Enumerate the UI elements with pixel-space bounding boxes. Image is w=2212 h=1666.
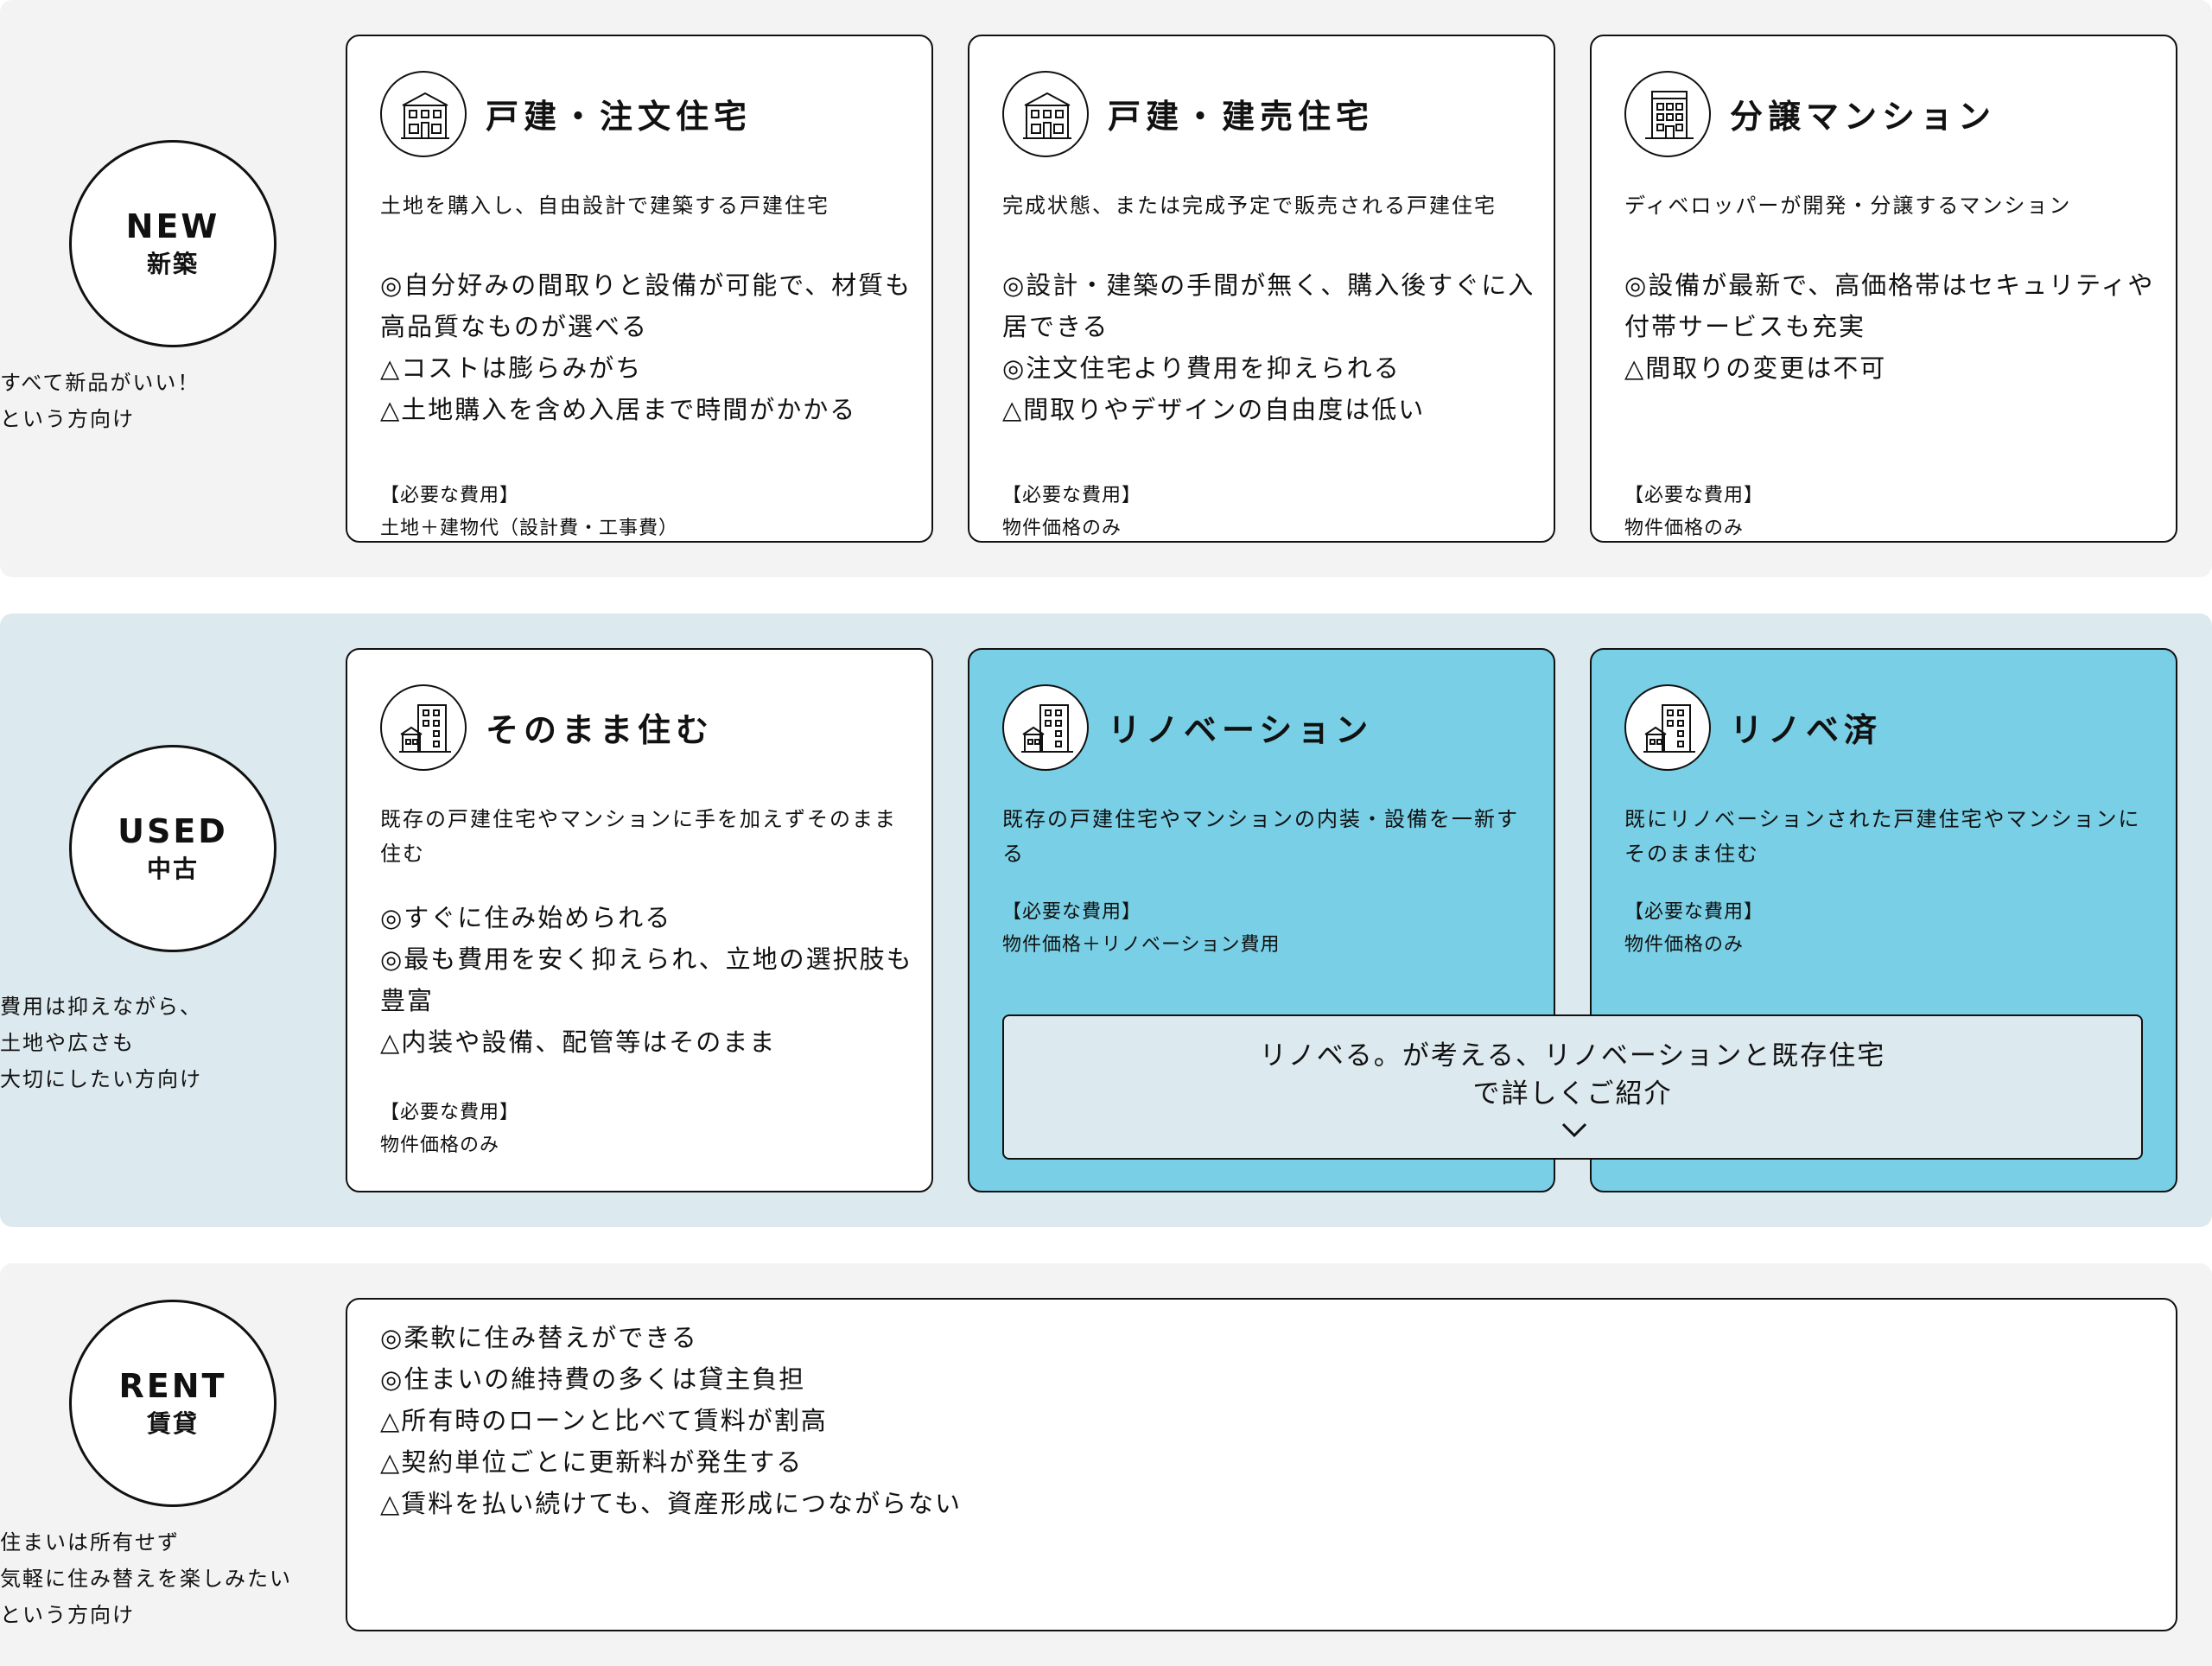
card-title: そのまま住む [486, 711, 715, 749]
category-description-new: すべて新品がいい！ という方向け [0, 365, 346, 437]
card-title: リノベ済 [1730, 711, 1883, 749]
point-item: △契約単位ごとに更新料が発生する [380, 1447, 804, 1477]
card-subtitle: 既存の戸建住宅やマンションに手を加えずそのまま住む [380, 807, 897, 866]
category-label-ja: 中古 [146, 855, 199, 883]
renovation-info-link-button[interactable]: リノベる。が考える、リノベーションと既存住宅 で詳しくご紹介 [1002, 1014, 2143, 1160]
point-item: ◎設備が最新で、高価格帯はセキュリティや付帯サービスも充実 [1624, 270, 2155, 341]
category-description-line: 住まいは所有せず [0, 1530, 180, 1555]
cost-value: 物件価格＋リノベーション費用 [1002, 934, 1281, 956]
buildings-icon [1624, 684, 1711, 771]
card-live-as-is[interactable]: そのまま住む 既存の戸建住宅やマンションに手を加えずそのまま住む ◎すぐに住み始… [346, 648, 933, 1192]
category-badge-rent: RENT 賃貸 [69, 1300, 276, 1507]
category-label-en: NEW [125, 207, 220, 245]
point-item: ◎自分好みの間取りと設備が可能で、材質も高品質なものが選べる [380, 270, 912, 341]
category-label-en: USED [118, 812, 228, 850]
category-description-line: という方向け [0, 407, 135, 431]
point-item: ◎すぐに住み始められる [380, 903, 672, 932]
card-subtitle: 既存の戸建住宅やマンションの内装・設備を一新する [1002, 807, 1519, 866]
point-item: △賃料を払い続けても、資産形成につながらない [380, 1489, 962, 1518]
point-item: ◎最も費用を安く抑えられ、立地の選択肢も豊富 [380, 944, 913, 1015]
category-description-line: 土地や広さも [0, 1031, 135, 1055]
card-condominium[interactable]: 分譲マンション ディベロッパーが開発・分譲するマンション ◎設備が最新で、高価格… [1590, 35, 2177, 543]
cost-label: 【必要な費用】 [1624, 485, 1764, 506]
category-badge-used: USED 中古 [69, 745, 276, 952]
category-description-line: 費用は抑えながら、 [0, 995, 202, 1019]
point-item: △内装や設備、配管等はそのまま [380, 1027, 777, 1057]
point-item: △間取りの変更は不可 [1624, 353, 1887, 383]
card-custom-house[interactable]: 戸建・注文住宅 土地を購入し、自由設計で建築する戸建住宅 ◎自分好みの間取りと設… [346, 35, 933, 543]
point-item: ◎住まいの維持費の多くは貸主負担 [380, 1364, 806, 1394]
point-item: △所有時のローンと比べて賃料が割高 [380, 1406, 828, 1435]
point-item: △土地購入を含め入居まで時間がかかる [380, 395, 857, 424]
cost-label: 【必要な費用】 [1624, 901, 1764, 923]
cta-line: リノベる。が考える、リノベーションと既存住宅 [1259, 1040, 1886, 1071]
category-label-ja: 賃貸 [146, 1409, 199, 1438]
category-description-used: 費用は抑えながら、 土地や広さも 大切にしたい方向け [0, 989, 346, 1097]
card-points: ◎自分好みの間取りと設備が可能で、材質も高品質なものが選べる △コストは膨らみが… [380, 264, 916, 430]
cost-value: 物件価格のみ [1002, 518, 1122, 539]
card-title: 分譲マンション [1730, 98, 1997, 136]
house-icon [1002, 71, 1089, 157]
category-label-ja: 新築 [146, 250, 199, 278]
point-item: △間取りやデザインの自由度は低い [1002, 395, 1426, 424]
cost-value: 物件価格のみ [1624, 518, 1745, 539]
card-title: 戸建・注文住宅 [486, 98, 753, 136]
chevron-down-icon [1561, 1122, 1587, 1138]
card-rent: ◎柔軟に住み替えができる ◎住まいの維持費の多くは貸主負担 △所有時のローンと比… [346, 1298, 2177, 1631]
card-title: 戸建・建売住宅 [1108, 98, 1375, 136]
card-points: ◎すぐに住み始められる ◎最も費用を安く抑えられ、立地の選択肢も豊富 △内装や設… [380, 897, 916, 1063]
category-label-en: RENT [118, 1367, 227, 1405]
apartment-building-icon [1624, 71, 1711, 157]
card-subtitle: 完成状態、または完成予定で販売される戸建住宅 [1002, 194, 1497, 218]
cost-value: 物件価格のみ [380, 1135, 500, 1156]
card-subtitle: ディベロッパーが開発・分譲するマンション [1624, 194, 2072, 218]
cost-label: 【必要な費用】 [1002, 901, 1142, 923]
cta-line: で詳しくご紹介 [1472, 1078, 1673, 1110]
cost-label: 【必要な費用】 [380, 485, 520, 506]
category-badge-new: NEW 新築 [69, 140, 276, 347]
cost-value: 物件価格のみ [1624, 934, 1745, 956]
card-ready-built-house[interactable]: 戸建・建売住宅 完成状態、または完成予定で販売される戸建住宅 ◎設計・建築の手間… [968, 35, 1555, 543]
house-icon [380, 71, 467, 157]
cost-value: 土地＋建物代（設計費・工事費） [380, 518, 679, 539]
cost-label: 【必要な費用】 [1002, 485, 1142, 506]
card-subtitle: 土地を購入し、自由設計で建築する戸建住宅 [380, 194, 830, 218]
category-description-line: という方向け [0, 1603, 135, 1627]
cost-label: 【必要な費用】 [380, 1102, 520, 1123]
card-title: リノベーション [1108, 711, 1374, 749]
category-description-line: 大切にしたい方向け [0, 1067, 202, 1091]
point-item: ◎柔軟に住み替えができる [380, 1323, 698, 1352]
buildings-icon [1002, 684, 1089, 771]
card-subtitle: 既にリノベーションされた戸建住宅やマンションにそのまま住む [1624, 807, 2141, 866]
card-points: ◎柔軟に住み替えができる ◎住まいの維持費の多くは貸主負担 △所有時のローンと比… [380, 1317, 1936, 1524]
cta-text: リノベる。が考える、リノベーションと既存住宅 で詳しくご紹介 [1004, 1016, 2141, 1113]
card-points: ◎設備が最新で、高価格帯はセキュリティや付帯サービスも充実 △間取りの変更は不可 [1624, 264, 2160, 389]
point-item: △コストは膨らみがち [380, 353, 643, 383]
buildings-icon [380, 684, 467, 771]
point-item: ◎注文住宅より費用を抑えられる [1002, 353, 1401, 383]
point-item: ◎設計・建築の手間が無く、購入後すぐに入居できる [1002, 270, 1535, 341]
category-description-line: 気軽に住み替えを楽しみたい [0, 1567, 292, 1591]
category-description-rent: 住まいは所有せず 気軽に住み替えを楽しみたい という方向け [0, 1524, 346, 1633]
category-description-line: すべて新品がいい！ [0, 371, 200, 395]
card-points: ◎設計・建築の手間が無く、購入後すぐに入居できる ◎注文住宅より費用を抑えられる… [1002, 264, 1538, 430]
